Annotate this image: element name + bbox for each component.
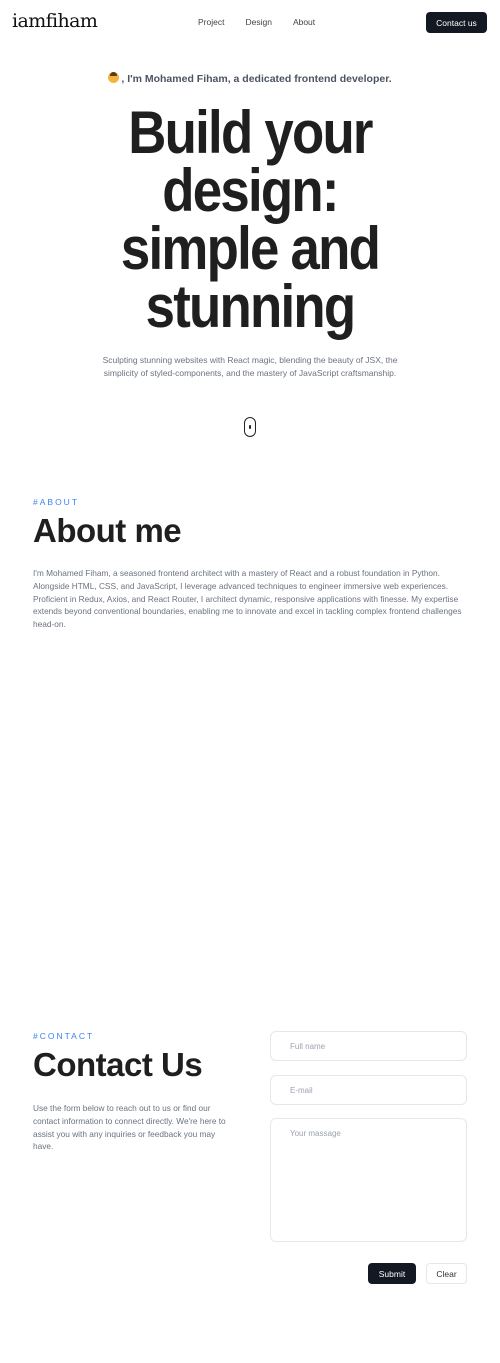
nav-item-project[interactable]: Project xyxy=(198,17,224,27)
nav-item-design[interactable]: Design xyxy=(245,17,271,27)
contact-title: Contact Us xyxy=(33,1046,203,1083)
scroll-mouse-icon[interactable] xyxy=(244,417,256,437)
hero-intro-text: I'm Mohamed Fiham, a dedicated frontend … xyxy=(127,73,392,85)
hero-title-line: Build your xyxy=(128,99,373,166)
clear-button[interactable]: Clear xyxy=(426,1263,467,1284)
site-logo[interactable]: iamfiham xyxy=(12,10,98,32)
contact-body: Use the form below to reach out to us or… xyxy=(33,1103,226,1152)
hero-title-line: stunning xyxy=(145,273,357,340)
main-nav: Project Design About xyxy=(198,17,315,27)
hero-subtitle: Sculpting stunning websites with React m… xyxy=(102,355,398,378)
hero-title: Build your design: simple and stunning xyxy=(30,99,470,340)
fullname-input[interactable] xyxy=(270,1031,467,1061)
developer-emoji-icon xyxy=(108,72,120,83)
hero-title-line: simple and xyxy=(120,215,381,282)
email-input[interactable] xyxy=(270,1075,467,1105)
nav-item-about[interactable]: About xyxy=(293,17,315,27)
hero-title-line: design: xyxy=(162,157,339,224)
submit-button[interactable]: Submit xyxy=(368,1263,416,1284)
hero-intro: , I'm Mohamed Fiham, a dedicated fronten… xyxy=(0,72,500,85)
about-title: About me xyxy=(33,512,182,549)
message-textarea[interactable] xyxy=(270,1118,467,1242)
contact-tag: #CONTACT xyxy=(33,1031,95,1041)
site-header: iamfiham Project Design About Contact us xyxy=(0,0,500,46)
about-tag: #ABOUT xyxy=(33,497,80,507)
contact-us-button[interactable]: Contact us xyxy=(426,12,487,33)
about-body: I'm Mohamed Fiham, a seasoned frontend a… xyxy=(33,568,462,630)
